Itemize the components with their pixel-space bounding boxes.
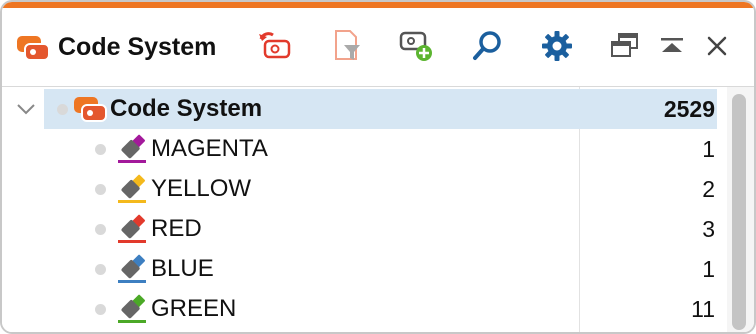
tree-item-label: YELLOW: [151, 175, 252, 202]
magenta-marker-icon: [116, 133, 148, 165]
yellow-marker-icon: [116, 173, 148, 205]
window-header: Code System: [2, 8, 754, 87]
tree-item-row[interactable]: RED 3: [2, 209, 729, 249]
tree-item-label: MAGENTA: [151, 135, 268, 162]
code-system-window: Code System Code System 2529 MAGENTA 1 Y…: [0, 0, 756, 334]
tree-item-label: GREEN: [151, 295, 237, 322]
blue-marker-icon: [116, 253, 148, 285]
tree-item-label: BLUE: [151, 255, 214, 282]
gear-icon[interactable]: [539, 28, 575, 64]
item-dot: [95, 144, 106, 155]
close-icon[interactable]: [699, 28, 735, 64]
code-system-logo-icon: [15, 34, 51, 62]
scrollbar-thumb[interactable]: [732, 94, 746, 330]
tree-root-label: Code System: [110, 95, 263, 122]
tree-item-count: 1: [702, 256, 715, 282]
undo-code-icon[interactable]: [257, 28, 293, 64]
window-restore-icon[interactable]: [607, 28, 643, 64]
tree-item-count: 3: [702, 216, 715, 242]
item-dot: [95, 304, 106, 315]
tree-item-row[interactable]: GREEN 11: [2, 289, 729, 329]
expand-dot: [57, 104, 68, 115]
item-dot: [95, 184, 106, 195]
chevron-down-icon[interactable]: [14, 97, 38, 121]
tree-item-count: 11: [691, 296, 715, 322]
item-dot: [95, 224, 106, 235]
green-marker-icon: [116, 293, 148, 325]
code-system-icon: [72, 95, 108, 123]
add-code-icon[interactable]: [399, 28, 435, 64]
tree-item-row[interactable]: MAGENTA 1: [2, 129, 729, 169]
item-dot: [95, 264, 106, 275]
tree-item-row[interactable]: YELLOW 2: [2, 169, 729, 209]
tree-root-count: 2529: [663, 96, 715, 122]
tree-item-row[interactable]: BLUE 1: [2, 249, 729, 289]
code-tree: Code System 2529 MAGENTA 1 YELLOW 2 RED 3 BLUE…: [2, 87, 729, 332]
filter-document-icon[interactable]: [329, 28, 365, 64]
red-marker-icon: [116, 213, 148, 245]
panel-title: Code System: [58, 33, 217, 61]
collapse-up-icon[interactable]: [654, 28, 690, 64]
tree-root-row[interactable]: Code System 2529: [2, 89, 729, 129]
tree-item-label: RED: [151, 215, 202, 242]
tree-item-count: 2: [702, 176, 715, 202]
search-icon[interactable]: [469, 28, 505, 64]
tree-item-count: 1: [702, 136, 715, 162]
